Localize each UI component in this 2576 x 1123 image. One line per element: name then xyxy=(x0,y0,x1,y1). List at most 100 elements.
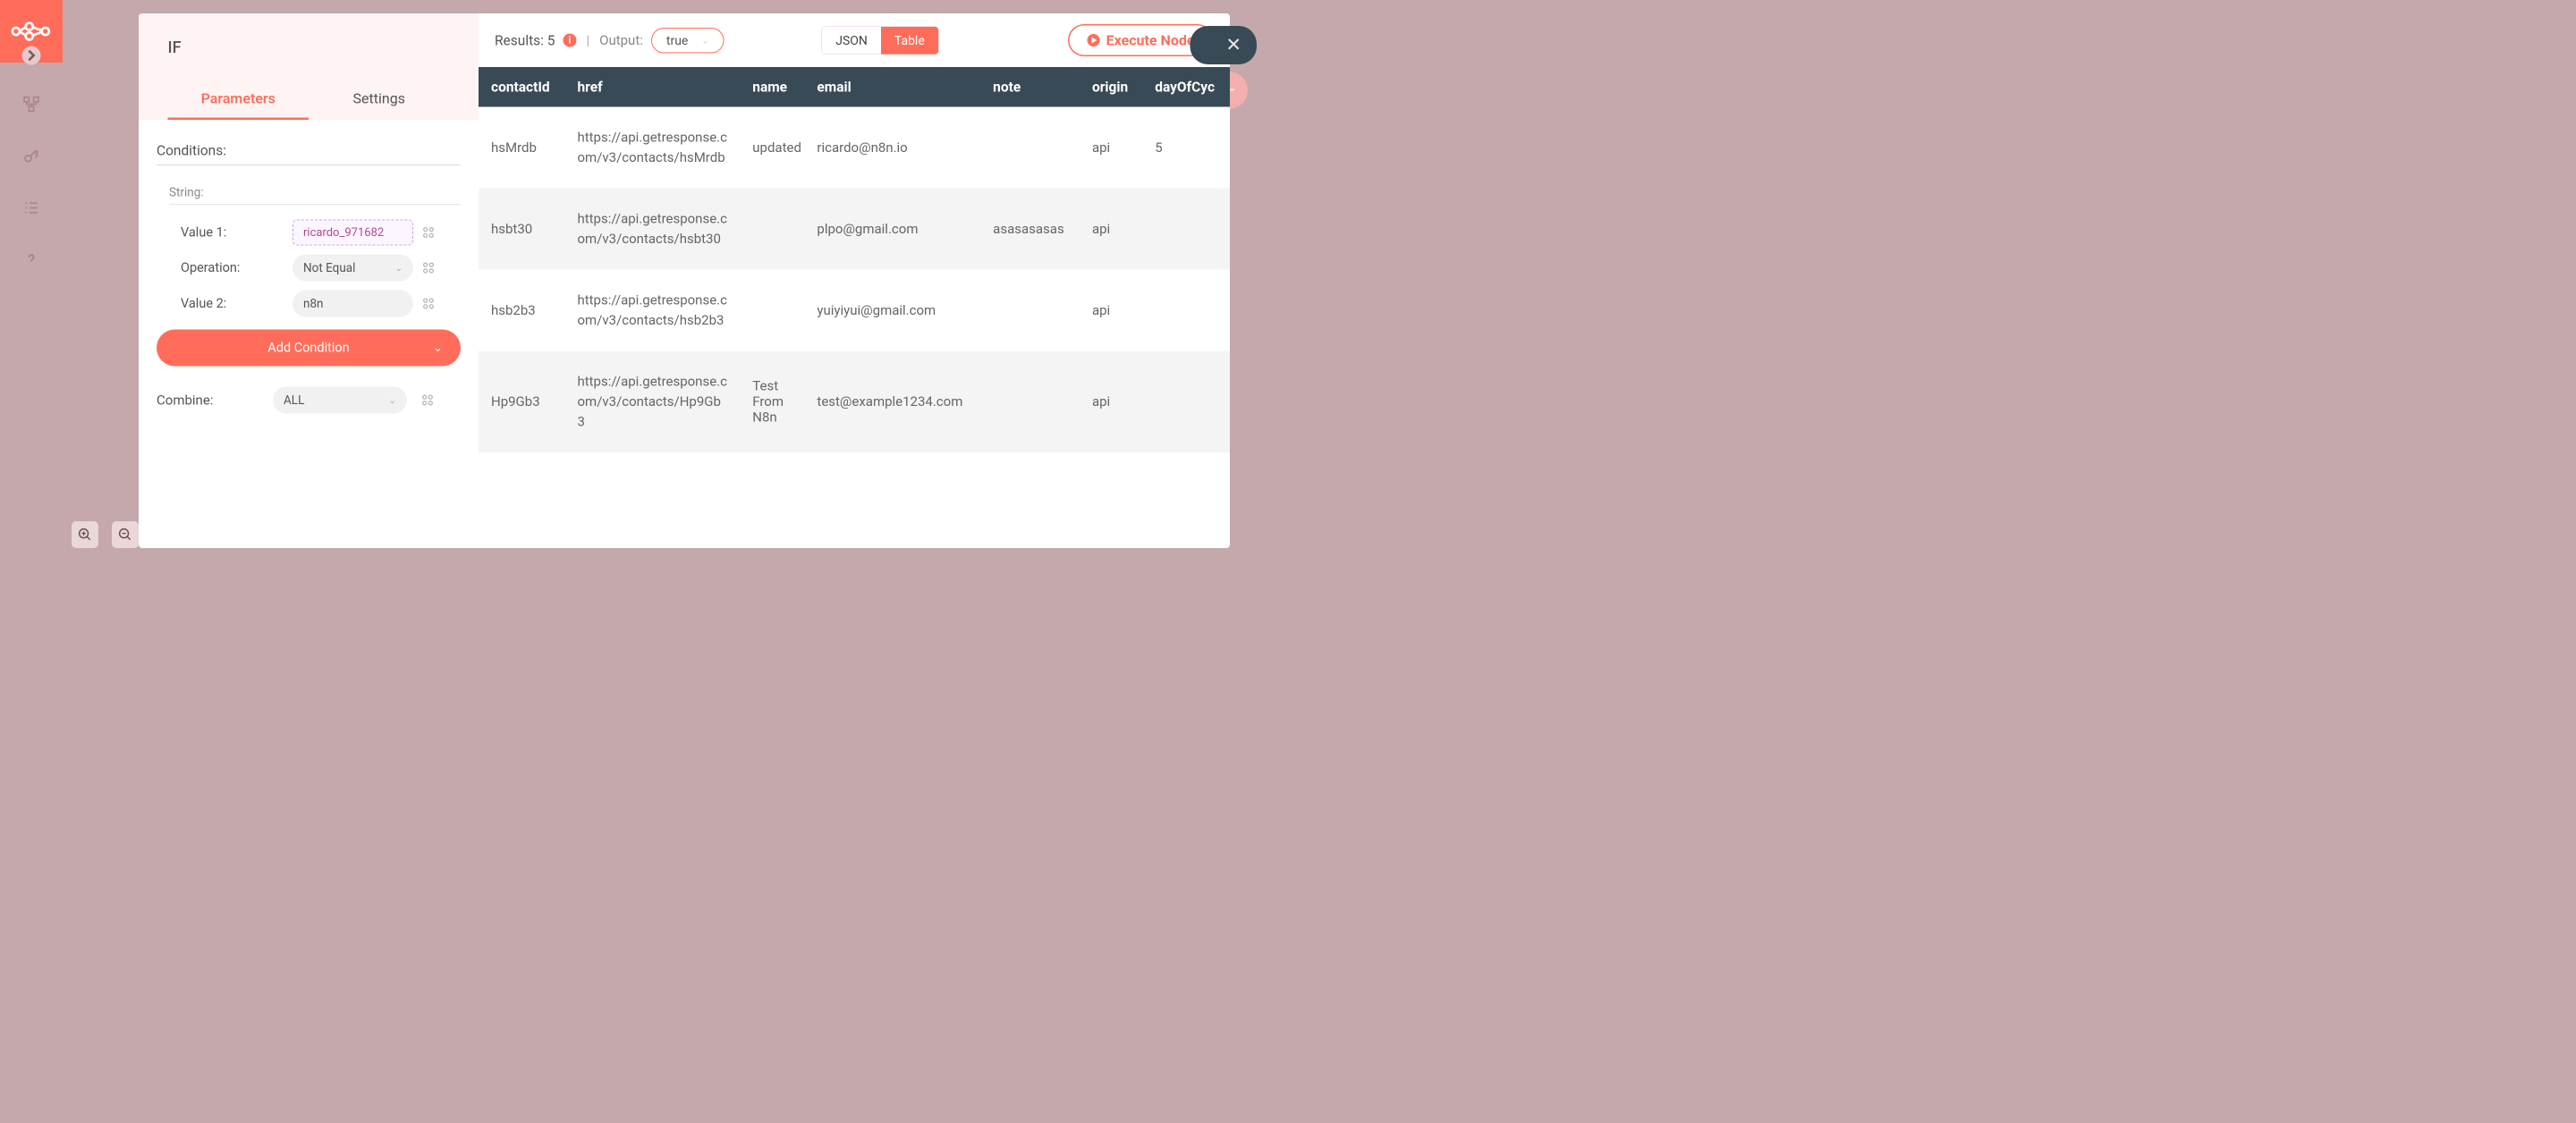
table-row[interactable]: hsbt30https://api.getresponse.com/v3/con… xyxy=(479,189,1230,270)
value2-options-icon[interactable] xyxy=(421,297,436,311)
cell-email: plpo@gmail.com xyxy=(804,189,980,270)
col-email: email xyxy=(804,67,980,107)
json-view-button[interactable]: JSON xyxy=(822,27,881,55)
cell-href: https://api.getresponse.com/v3/contacts/… xyxy=(564,189,740,270)
cell-name xyxy=(740,189,804,270)
col-contactId: contactId xyxy=(479,67,564,107)
value2-label: Value 2: xyxy=(181,296,292,311)
cell-origin: api xyxy=(1080,189,1142,270)
chevron-down-icon: ⌄ xyxy=(389,395,396,406)
parameters-header: IF Parameters Settings xyxy=(139,13,479,120)
info-icon[interactable]: i xyxy=(563,34,576,47)
operation-value: Not Equal xyxy=(303,261,355,275)
chevron-down-icon: ⌄ xyxy=(701,35,708,46)
combine-row: Combine: ALL ⌄ xyxy=(157,387,461,414)
panel-tabs: Parameters Settings xyxy=(168,80,450,121)
col-name: name xyxy=(740,67,804,107)
node-title: IF xyxy=(168,38,450,57)
chevron-down-icon: ⌄ xyxy=(433,342,443,355)
table-row[interactable]: hsb2b3https://api.getresponse.com/v3/con… xyxy=(479,270,1230,351)
divider: | xyxy=(586,32,589,48)
combine-options-icon[interactable] xyxy=(420,393,435,408)
output-header: Results: 5 i | Output: true ⌄ JSON Table… xyxy=(479,13,1230,67)
cell-href: https://api.getresponse.com/v3/contacts/… xyxy=(564,351,740,453)
tab-settings[interactable]: Settings xyxy=(309,80,450,121)
table-view-button[interactable]: Table xyxy=(881,27,938,55)
sidebar-expand-icon[interactable] xyxy=(22,46,41,65)
node-editor-modal: IF Parameters Settings Conditions: Strin… xyxy=(139,13,1230,548)
close-icon: ✕ xyxy=(1225,36,1241,55)
credentials-key-icon[interactable] xyxy=(21,146,42,166)
operation-options-icon[interactable] xyxy=(421,261,436,275)
cell-href: https://api.getresponse.com/v3/contacts/… xyxy=(564,107,740,189)
parameters-panel: IF Parameters Settings Conditions: Strin… xyxy=(139,13,479,548)
value2-input[interactable]: n8n xyxy=(292,291,413,317)
cell-origin: api xyxy=(1080,107,1142,189)
logo-icon xyxy=(12,18,52,45)
cell-note xyxy=(980,107,1080,189)
zoom-out-button[interactable] xyxy=(112,521,139,548)
cell-href: https://api.getresponse.com/v3/contacts/… xyxy=(564,270,740,351)
cell-contactId: hsb2b3 xyxy=(479,270,564,351)
cell-email: ricardo@n8n.io xyxy=(804,107,980,189)
col-href: href xyxy=(564,67,740,107)
cell-name: updated xyxy=(740,107,804,189)
cell-dayOfCycle: 5 xyxy=(1142,107,1230,189)
cell-note: asasasasas xyxy=(980,189,1080,270)
conditions-label: Conditions: xyxy=(157,142,461,165)
close-modal-button[interactable]: ✕ xyxy=(1190,26,1257,64)
table-header-row: contactId href name email note origin da… xyxy=(479,67,1230,107)
cell-origin: api xyxy=(1080,270,1142,351)
operation-select[interactable]: Not Equal ⌄ xyxy=(292,255,413,282)
zoom-controls xyxy=(72,521,139,548)
tab-parameters[interactable]: Parameters xyxy=(168,80,309,121)
table-row[interactable]: Hp9Gb3https://api.getresponse.com/v3/con… xyxy=(479,351,1230,453)
col-dayOfCycle: dayOfCyc xyxy=(1142,67,1230,107)
operation-row: Operation: Not Equal ⌄ xyxy=(157,255,461,282)
cell-dayOfCycle xyxy=(1142,351,1230,453)
combine-select[interactable]: ALL ⌄ xyxy=(273,387,407,414)
chevron-down-icon: ⌄ xyxy=(395,263,402,274)
cell-note xyxy=(980,351,1080,453)
output-label: Output: xyxy=(599,32,643,48)
value1-input[interactable]: ricardo_971682 xyxy=(292,220,413,246)
cell-contactId: Hp9Gb3 xyxy=(479,351,564,453)
operation-label: Operation: xyxy=(181,260,292,275)
parameters-body: Conditions: String: Value 1: ricardo_971… xyxy=(139,120,479,436)
output-branch-select[interactable]: true ⌄ xyxy=(651,28,724,54)
col-note: note xyxy=(980,67,1080,107)
combine-label: Combine: xyxy=(157,393,259,409)
app-sidebar xyxy=(0,0,63,562)
executions-list-icon[interactable] xyxy=(21,198,42,218)
col-origin: origin xyxy=(1080,67,1142,107)
app-logo-tile[interactable] xyxy=(0,0,63,63)
execute-node-label: Execute Node xyxy=(1106,32,1195,49)
view-toggle: JSON Table xyxy=(822,26,939,55)
cell-contactId: hsMrdb xyxy=(479,107,564,189)
add-condition-button[interactable]: Add Condition ⌄ xyxy=(157,330,461,367)
add-condition-label: Add Condition xyxy=(267,341,349,356)
value2-row: Value 2: n8n xyxy=(157,291,461,317)
value1-row: Value 1: ricardo_971682 xyxy=(157,220,461,246)
cell-name: Test From N8n xyxy=(740,351,804,453)
cell-dayOfCycle xyxy=(1142,270,1230,351)
combine-value: ALL xyxy=(284,393,304,408)
table-row[interactable]: hsMrdbhttps://api.getresponse.com/v3/con… xyxy=(479,107,1230,189)
cell-email: test@example1234.com xyxy=(804,351,980,453)
cell-origin: api xyxy=(1080,351,1142,453)
output-branch-value: true xyxy=(666,33,688,48)
output-table: contactId href name email note origin da… xyxy=(479,67,1230,452)
cell-dayOfCycle xyxy=(1142,189,1230,270)
value1-label: Value 1: xyxy=(181,225,292,241)
zoom-in-button[interactable] xyxy=(72,521,98,548)
cell-name xyxy=(740,270,804,351)
string-section-label: String: xyxy=(169,185,461,205)
value1-options-icon[interactable] xyxy=(421,225,436,240)
results-count: Results: 5 xyxy=(495,32,555,49)
workflows-icon[interactable] xyxy=(21,94,42,114)
cell-note xyxy=(980,270,1080,351)
help-icon[interactable] xyxy=(21,249,42,270)
cell-contactId: hsbt30 xyxy=(479,189,564,270)
play-icon xyxy=(1088,34,1100,46)
output-panel: Results: 5 i | Output: true ⌄ JSON Table… xyxy=(479,13,1230,548)
